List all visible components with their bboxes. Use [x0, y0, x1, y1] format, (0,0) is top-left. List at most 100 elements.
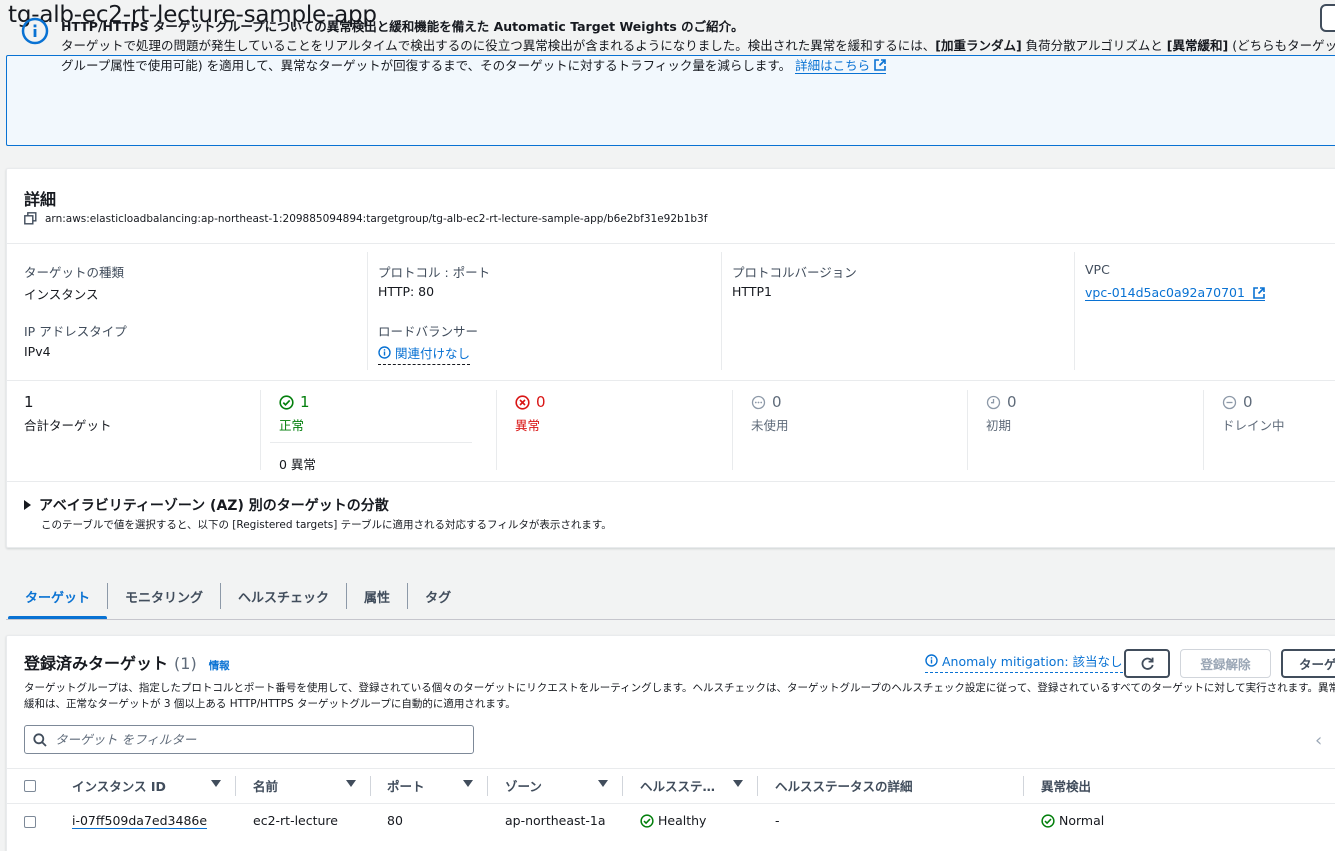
protocol-version-value: HTTP1	[732, 284, 772, 299]
caret-right-icon	[24, 500, 31, 510]
clock-icon	[986, 395, 1001, 409]
header-action-button[interactable]	[1320, 4, 1335, 32]
tab-health-checks[interactable]: ヘルスチェック	[221, 576, 346, 616]
tab-attributes[interactable]: 属性	[347, 576, 407, 616]
select-all-checkbox[interactable]	[24, 780, 36, 792]
divider	[6, 243, 1335, 244]
protocol-version-label: プロトコルバージョン	[732, 265, 857, 280]
az-distribution-toggle[interactable]: アベイラビリティーゾーン (AZ) 別のターゲットの分散	[24, 495, 389, 515]
target-name: ec2-rt-lecture	[253, 813, 338, 828]
column-separator[interactable]	[622, 776, 623, 796]
divider	[6, 380, 1335, 381]
info-link[interactable]: 情報	[209, 658, 230, 673]
target-type-value: インスタンス	[24, 287, 99, 302]
column-separator[interactable]	[1023, 776, 1024, 796]
divider	[967, 390, 968, 470]
sort-down-icon[interactable]	[463, 780, 473, 787]
divider	[1074, 252, 1075, 370]
divider	[6, 481, 1335, 482]
divider	[6, 803, 1335, 804]
learn-more-link[interactable]: 詳細はこちら	[795, 58, 887, 74]
divider	[732, 390, 733, 470]
anomaly-mitigation-link[interactable]: Anomaly mitigation: 該当なし	[925, 651, 1123, 673]
tab-monitoring[interactable]: モニタリング	[108, 576, 220, 616]
check-circle-icon	[279, 394, 294, 410]
column-header-health-status[interactable]: ヘルスステ…	[640, 776, 715, 795]
column-separator[interactable]	[235, 776, 236, 796]
external-link-icon	[1253, 286, 1265, 299]
anomaly-status: Normal	[1041, 813, 1104, 828]
initial-count[interactable]: 0	[986, 393, 1017, 411]
column-header-instance-id[interactable]: インスタンス ID	[72, 776, 166, 795]
divider	[270, 442, 472, 443]
check-circle-icon	[640, 813, 654, 828]
chevron-left-icon[interactable]: ‹	[1315, 730, 1322, 751]
divider	[260, 390, 261, 470]
healthy-sub[interactable]: 0 異常	[279, 454, 316, 473]
details-panel	[6, 168, 1335, 548]
column-separator[interactable]	[487, 776, 488, 796]
arn-row: arn:aws:elasticloadbalancing:ap-northeas…	[24, 212, 707, 225]
deregister-button[interactable]: 登録解除	[1180, 649, 1271, 678]
divider	[721, 252, 722, 370]
ip-type-value: IPv4	[24, 344, 51, 359]
column-header-port[interactable]: ポート	[387, 776, 425, 795]
tab-tags[interactable]: タグ	[408, 576, 468, 616]
column-separator[interactable]	[370, 776, 371, 796]
info-icon	[378, 346, 391, 359]
tab-underline	[6, 619, 1335, 620]
column-header-anomaly[interactable]: 異常検出	[1041, 776, 1091, 795]
filter-input[interactable]	[55, 732, 455, 747]
column-separator[interactable]	[757, 776, 758, 796]
row-checkbox[interactable]	[24, 816, 36, 828]
divider	[496, 390, 497, 470]
vpc-link[interactable]: vpc-014d5ac0a92a70701	[1085, 285, 1265, 301]
unhealthy-count[interactable]: 0	[515, 393, 546, 411]
details-heading: 詳細	[24, 190, 57, 209]
protocol-port-label: プロトコル : ポート	[378, 265, 491, 280]
total-label: 合計ターゲット	[24, 418, 112, 433]
external-link-icon	[874, 59, 886, 71]
register-targets-button[interactable]: ターゲットを登録	[1281, 649, 1335, 678]
column-header-name[interactable]: 名前	[253, 776, 278, 795]
load-balancer-label: ロードバランサー	[378, 324, 479, 339]
check-circle-icon	[1041, 813, 1055, 828]
divider	[6, 768, 1335, 769]
error-circle-icon	[515, 394, 530, 410]
copy-icon[interactable]	[24, 212, 37, 225]
sort-down-icon[interactable]	[211, 780, 221, 787]
info-icon	[925, 654, 938, 667]
refresh-button[interactable]	[1124, 649, 1170, 678]
instance-id-link[interactable]: i-07ff509da7ed3486e	[72, 813, 208, 829]
protocol-port-value: HTTP: 80	[378, 284, 435, 299]
healthy-label: 正常	[279, 418, 305, 433]
draining-label: ドレイン中	[1222, 418, 1285, 433]
unused-count[interactable]: 0	[751, 393, 782, 411]
unhealthy-label: 異常	[515, 418, 541, 433]
health-status: Healthy	[640, 813, 706, 828]
column-header-zone[interactable]: ゾーン	[505, 776, 542, 795]
load-balancer-value[interactable]: 関連付けなし	[378, 343, 471, 365]
healthy-count[interactable]: 1	[279, 393, 310, 411]
refresh-icon	[1141, 657, 1154, 670]
targets-heading: 登録済みターゲット (1) 情報	[24, 654, 230, 673]
filter-box[interactable]	[24, 725, 474, 754]
column-header-health-details[interactable]: ヘルスステータスの詳細	[775, 776, 913, 795]
search-icon	[33, 732, 47, 747]
target-port: 80	[387, 813, 403, 828]
dots-circle-icon	[751, 395, 766, 409]
draining-count[interactable]: 0	[1222, 393, 1253, 411]
minus-circle-icon	[1222, 395, 1237, 409]
tab-targets[interactable]: ターゲット	[8, 576, 108, 620]
sort-down-icon[interactable]	[733, 780, 743, 787]
banner-title: HTTP/HTTPS ターゲットグループについての異常検出と緩和機能を備えた A…	[61, 19, 744, 34]
divider	[367, 252, 368, 370]
initial-label: 初期	[986, 418, 1012, 433]
sort-down-icon[interactable]	[598, 780, 608, 787]
sort-down-icon[interactable]	[346, 780, 356, 787]
unused-label: 未使用	[751, 418, 789, 433]
info-icon	[21, 17, 49, 45]
health-detail: -	[775, 813, 780, 828]
banner-body: ターゲットで処理の問題が発生していることをリアルタイムで検出するのに役立つ異常検…	[61, 38, 1335, 74]
targets-description: ターゲットグループは、指定したプロトコルとポート番号を使用して、登録されている個…	[24, 682, 1335, 710]
